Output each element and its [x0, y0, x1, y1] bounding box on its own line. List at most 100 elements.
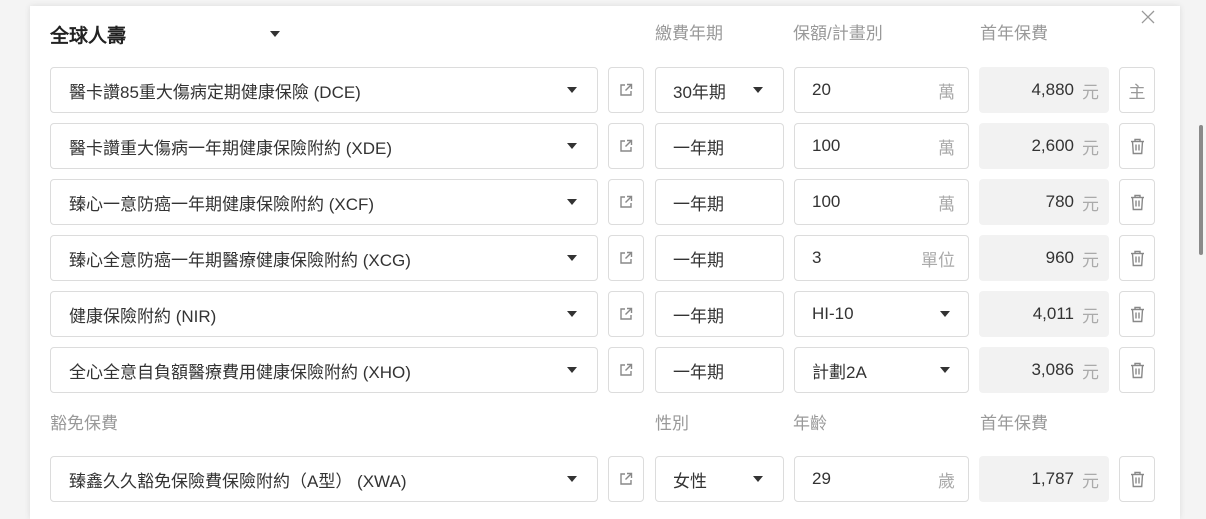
primary-plan-button[interactable]: 主 — [1119, 67, 1155, 113]
period-field: 一年期 — [655, 179, 784, 225]
plan-row: 全心全意自負額醫療費用健康保險附約 (XHO) 一年期 計劃2A 3,086 元 — [0, 347, 1206, 393]
premium-value: 4,011 — [1032, 304, 1074, 323]
premium-field: 4,011 元 — [979, 291, 1109, 337]
chevron-down-icon — [567, 199, 577, 205]
open-plan-link-button[interactable] — [608, 67, 644, 113]
column-header-premium: 首年保費 — [980, 24, 1048, 43]
period-select[interactable]: 30年期 — [655, 67, 784, 113]
chevron-down-icon — [567, 367, 577, 373]
plan-option-select[interactable]: 計劃2A — [794, 347, 969, 393]
age-input[interactable]: 29 歲 — [794, 456, 969, 502]
delete-plan-button[interactable] — [1119, 291, 1155, 337]
plan-select[interactable]: 健康保險附約 (NIR) — [50, 291, 598, 337]
primary-label: 主 — [1128, 82, 1146, 102]
premium-field: 3,086 元 — [979, 347, 1109, 393]
chevron-down-icon — [567, 311, 577, 317]
delete-waiver-button[interactable] — [1119, 456, 1155, 502]
premium-unit: 元 — [1082, 471, 1099, 491]
period-value: 一年期 — [673, 362, 724, 382]
chevron-down-icon — [567, 87, 577, 93]
waiver-section-label: 豁免保費 — [50, 414, 118, 433]
column-header-period: 繳費年期 — [655, 24, 723, 43]
column-header-age: 年齡 — [793, 414, 827, 433]
amount-input[interactable]: 20 萬 — [794, 67, 969, 113]
open-plan-link-button[interactable] — [608, 456, 644, 502]
age-value: 29 — [812, 469, 831, 488]
amount-unit: 萬 — [938, 138, 955, 158]
premium-unit: 元 — [1082, 362, 1099, 382]
external-link-icon — [619, 251, 633, 265]
plan-name: 全心全意自負額醫療費用健康保險附約 (XHO) — [69, 362, 411, 382]
company-select[interactable]: 全球人壽 — [50, 20, 280, 48]
plan-select[interactable]: 臻心全意防癌一年期醫療健康保險附約 (XCG) — [50, 235, 598, 281]
amount-input[interactable]: 3 單位 — [794, 235, 969, 281]
chevron-down-icon — [567, 476, 577, 482]
amount-input[interactable]: 100 萬 — [794, 123, 969, 169]
external-link-icon — [619, 363, 633, 377]
chevron-down-icon — [940, 367, 950, 373]
chevron-down-icon — [270, 31, 280, 37]
plan-select[interactable]: 臻心一意防癌一年期健康保險附約 (XCF) — [50, 179, 598, 225]
period-value: 一年期 — [673, 194, 724, 214]
plan-row: 醫卡讚85重大傷病定期健康保險 (DCE) 30年期 20 萬 4,880 元 … — [0, 67, 1206, 113]
chevron-down-icon — [753, 476, 763, 482]
open-plan-link-button[interactable] — [608, 291, 644, 337]
premium-value: 960 — [1045, 248, 1074, 267]
delete-plan-button[interactable] — [1119, 123, 1155, 169]
plan-select[interactable]: 醫卡讚重大傷病一年期健康保險附約 (XDE) — [50, 123, 598, 169]
plan-select[interactable]: 醫卡讚85重大傷病定期健康保險 (DCE) — [50, 67, 598, 113]
amount-unit: 萬 — [938, 194, 955, 214]
external-link-icon — [619, 472, 633, 486]
plan-option-select[interactable]: HI-10 — [794, 291, 969, 337]
premium-field: 780 元 — [979, 179, 1109, 225]
close-button[interactable] — [1140, 9, 1156, 25]
gender-value: 女性 — [673, 471, 707, 491]
plan-row: 臻心全意防癌一年期醫療健康保險附約 (XCG) 一年期 3 單位 960 元 — [0, 235, 1206, 281]
column-header-waiver-premium: 首年保費 — [980, 414, 1048, 433]
trash-icon — [1130, 471, 1145, 488]
open-plan-link-button[interactable] — [608, 347, 644, 393]
period-value: 30年期 — [673, 82, 726, 102]
amount-value: 3 — [812, 248, 822, 267]
open-plan-link-button[interactable] — [608, 179, 644, 225]
external-link-icon — [619, 139, 633, 153]
waiver-plan-select[interactable]: 臻鑫久久豁免保險費保險附約（A型） (XWA) — [50, 456, 598, 502]
open-plan-link-button[interactable] — [608, 235, 644, 281]
period-value: 一年期 — [673, 250, 724, 270]
scrollbar-thumb[interactable] — [1199, 125, 1203, 255]
trash-icon — [1130, 194, 1145, 211]
plan-select[interactable]: 全心全意自負額醫療費用健康保險附約 (XHO) — [50, 347, 598, 393]
column-header-gender: 性別 — [655, 414, 689, 433]
external-link-icon — [619, 195, 633, 209]
plan-option-value: 計劃2A — [812, 362, 867, 382]
premium-value: 780 — [1045, 192, 1074, 211]
plan-name: 臻心全意防癌一年期醫療健康保險附約 (XCG) — [69, 250, 411, 270]
open-plan-link-button[interactable] — [608, 123, 644, 169]
waiver-row: 臻鑫久久豁免保險費保險附約（A型） (XWA) 女性 29 歲 1,787 元 — [0, 456, 1206, 502]
premium-value: 3,086 — [1031, 360, 1074, 379]
trash-icon — [1130, 138, 1145, 155]
plan-row: 臻心一意防癌一年期健康保險附約 (XCF) 一年期 100 萬 780 元 — [0, 179, 1206, 225]
close-icon — [1141, 10, 1155, 24]
waiver-premium-field: 1,787 元 — [979, 456, 1109, 502]
amount-value: 100 — [812, 192, 841, 211]
gender-select[interactable]: 女性 — [655, 456, 784, 502]
amount-value: 100 — [812, 136, 841, 155]
waiver-plan-name: 臻鑫久久豁免保險費保險附約（A型） (XWA) — [69, 471, 407, 491]
external-link-icon — [619, 307, 633, 321]
delete-plan-button[interactable] — [1119, 235, 1155, 281]
plan-name: 健康保險附約 (NIR) — [69, 306, 217, 326]
column-header-amount: 保額/計畫別 — [793, 24, 883, 43]
amount-value: 20 — [812, 80, 831, 99]
plan-name: 醫卡讚85重大傷病定期健康保險 (DCE) — [69, 82, 361, 102]
delete-plan-button[interactable] — [1119, 179, 1155, 225]
amount-input[interactable]: 100 萬 — [794, 179, 969, 225]
trash-icon — [1130, 362, 1145, 379]
plan-name: 臻心一意防癌一年期健康保險附約 (XCF) — [69, 194, 375, 214]
premium-unit: 元 — [1082, 194, 1099, 214]
period-value: 一年期 — [673, 138, 724, 158]
amount-unit: 萬 — [938, 82, 955, 102]
trash-icon — [1130, 306, 1145, 323]
delete-plan-button[interactable] — [1119, 347, 1155, 393]
premium-field: 960 元 — [979, 235, 1109, 281]
